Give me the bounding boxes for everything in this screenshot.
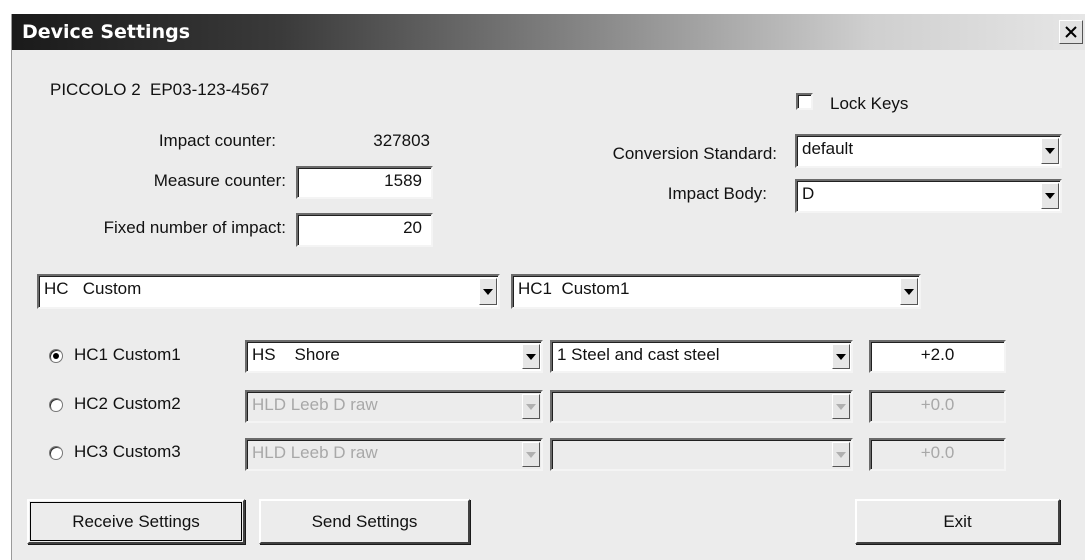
window-title: Device Settings — [22, 21, 191, 43]
hc1-material-select[interactable]: 1 Steel and cast steel — [550, 340, 853, 373]
title-bar[interactable]: Device Settings — [12, 14, 1085, 50]
device-model: PICCOLO 2 — [50, 80, 141, 99]
hc1-radio[interactable] — [49, 349, 63, 363]
close-icon — [1065, 26, 1077, 38]
hc3-label: HC3 Custom3 — [74, 442, 181, 461]
chevron-down-icon[interactable] — [1041, 183, 1059, 209]
receive-settings-button[interactable]: Receive Settings — [27, 499, 245, 544]
chevron-down-icon[interactable] — [832, 442, 850, 467]
hc1-offset-field[interactable]: +2.0 — [869, 340, 1006, 373]
hc2-material-select[interactable] — [550, 390, 853, 423]
conversion-standard-label: Conversion Standard: — [612, 144, 777, 163]
hc-custom-select[interactable]: HC1 Custom1 — [511, 274, 921, 309]
measure-counter-field[interactable]: 1589 — [296, 166, 433, 199]
hc1-material-value: 1 Steel and cast steel — [557, 345, 720, 364]
conversion-standard-value: default — [802, 139, 854, 158]
chevron-down-icon[interactable] — [522, 394, 540, 419]
conversion-standard-select[interactable]: default — [795, 134, 1062, 168]
close-button[interactable] — [1059, 20, 1083, 44]
device-serial: EP03-123-4567 — [150, 80, 270, 99]
fixed-impact-field[interactable]: 20 — [296, 213, 433, 247]
hc3-offset-field[interactable]: +0.0 — [869, 438, 1006, 471]
exit-button[interactable]: Exit — [855, 499, 1060, 544]
hc3-scale-value: HLD Leeb D raw — [252, 443, 378, 462]
chevron-down-icon[interactable] — [1041, 138, 1059, 164]
hc2-label: HC2 Custom2 — [74, 394, 181, 413]
impact-counter-label: Impact counter: — [158, 131, 276, 150]
device-settings-window: Device Settings PICCOLO 2 EP03-123-4567 … — [11, 14, 1085, 560]
hc3-material-select[interactable] — [550, 438, 853, 471]
impact-counter-value: 327803 — [373, 131, 430, 150]
hc-group-select[interactable]: HC Custom — [37, 274, 500, 309]
impact-body-label: Impact Body: — [667, 184, 767, 203]
hc1-label: HC1 Custom1 — [74, 345, 181, 364]
hc3-scale-select[interactable]: HLD Leeb D raw — [245, 438, 543, 471]
fixed-impact-label: Fixed number of impact: — [103, 218, 286, 237]
hc3-radio[interactable] — [49, 446, 63, 460]
chevron-down-icon[interactable] — [522, 344, 540, 369]
hc2-scale-value: HLD Leeb D raw — [252, 395, 378, 414]
hc2-scale-select[interactable]: HLD Leeb D raw — [245, 390, 543, 423]
hc2-radio[interactable] — [49, 398, 63, 412]
hc-custom-value: HC1 Custom1 — [518, 279, 630, 298]
hc1-scale-value: HS Shore — [252, 345, 340, 364]
chevron-down-icon[interactable] — [832, 344, 850, 369]
hc-group-value: HC Custom — [44, 279, 142, 298]
hc1-scale-select[interactable]: HS Shore — [245, 340, 543, 373]
impact-body-select[interactable]: D — [795, 179, 1062, 213]
lock-keys-checkbox[interactable] — [796, 93, 813, 110]
chevron-down-icon[interactable] — [832, 394, 850, 419]
chevron-down-icon[interactable] — [479, 278, 497, 305]
lock-keys-label: Lock Keys — [830, 94, 909, 113]
send-settings-button[interactable]: Send Settings — [259, 499, 470, 544]
measure-counter-label: Measure counter: — [153, 171, 286, 190]
impact-body-value: D — [802, 184, 815, 203]
chevron-down-icon[interactable] — [900, 278, 918, 305]
hc2-offset-field[interactable]: +0.0 — [869, 390, 1006, 423]
chevron-down-icon[interactable] — [522, 442, 540, 467]
